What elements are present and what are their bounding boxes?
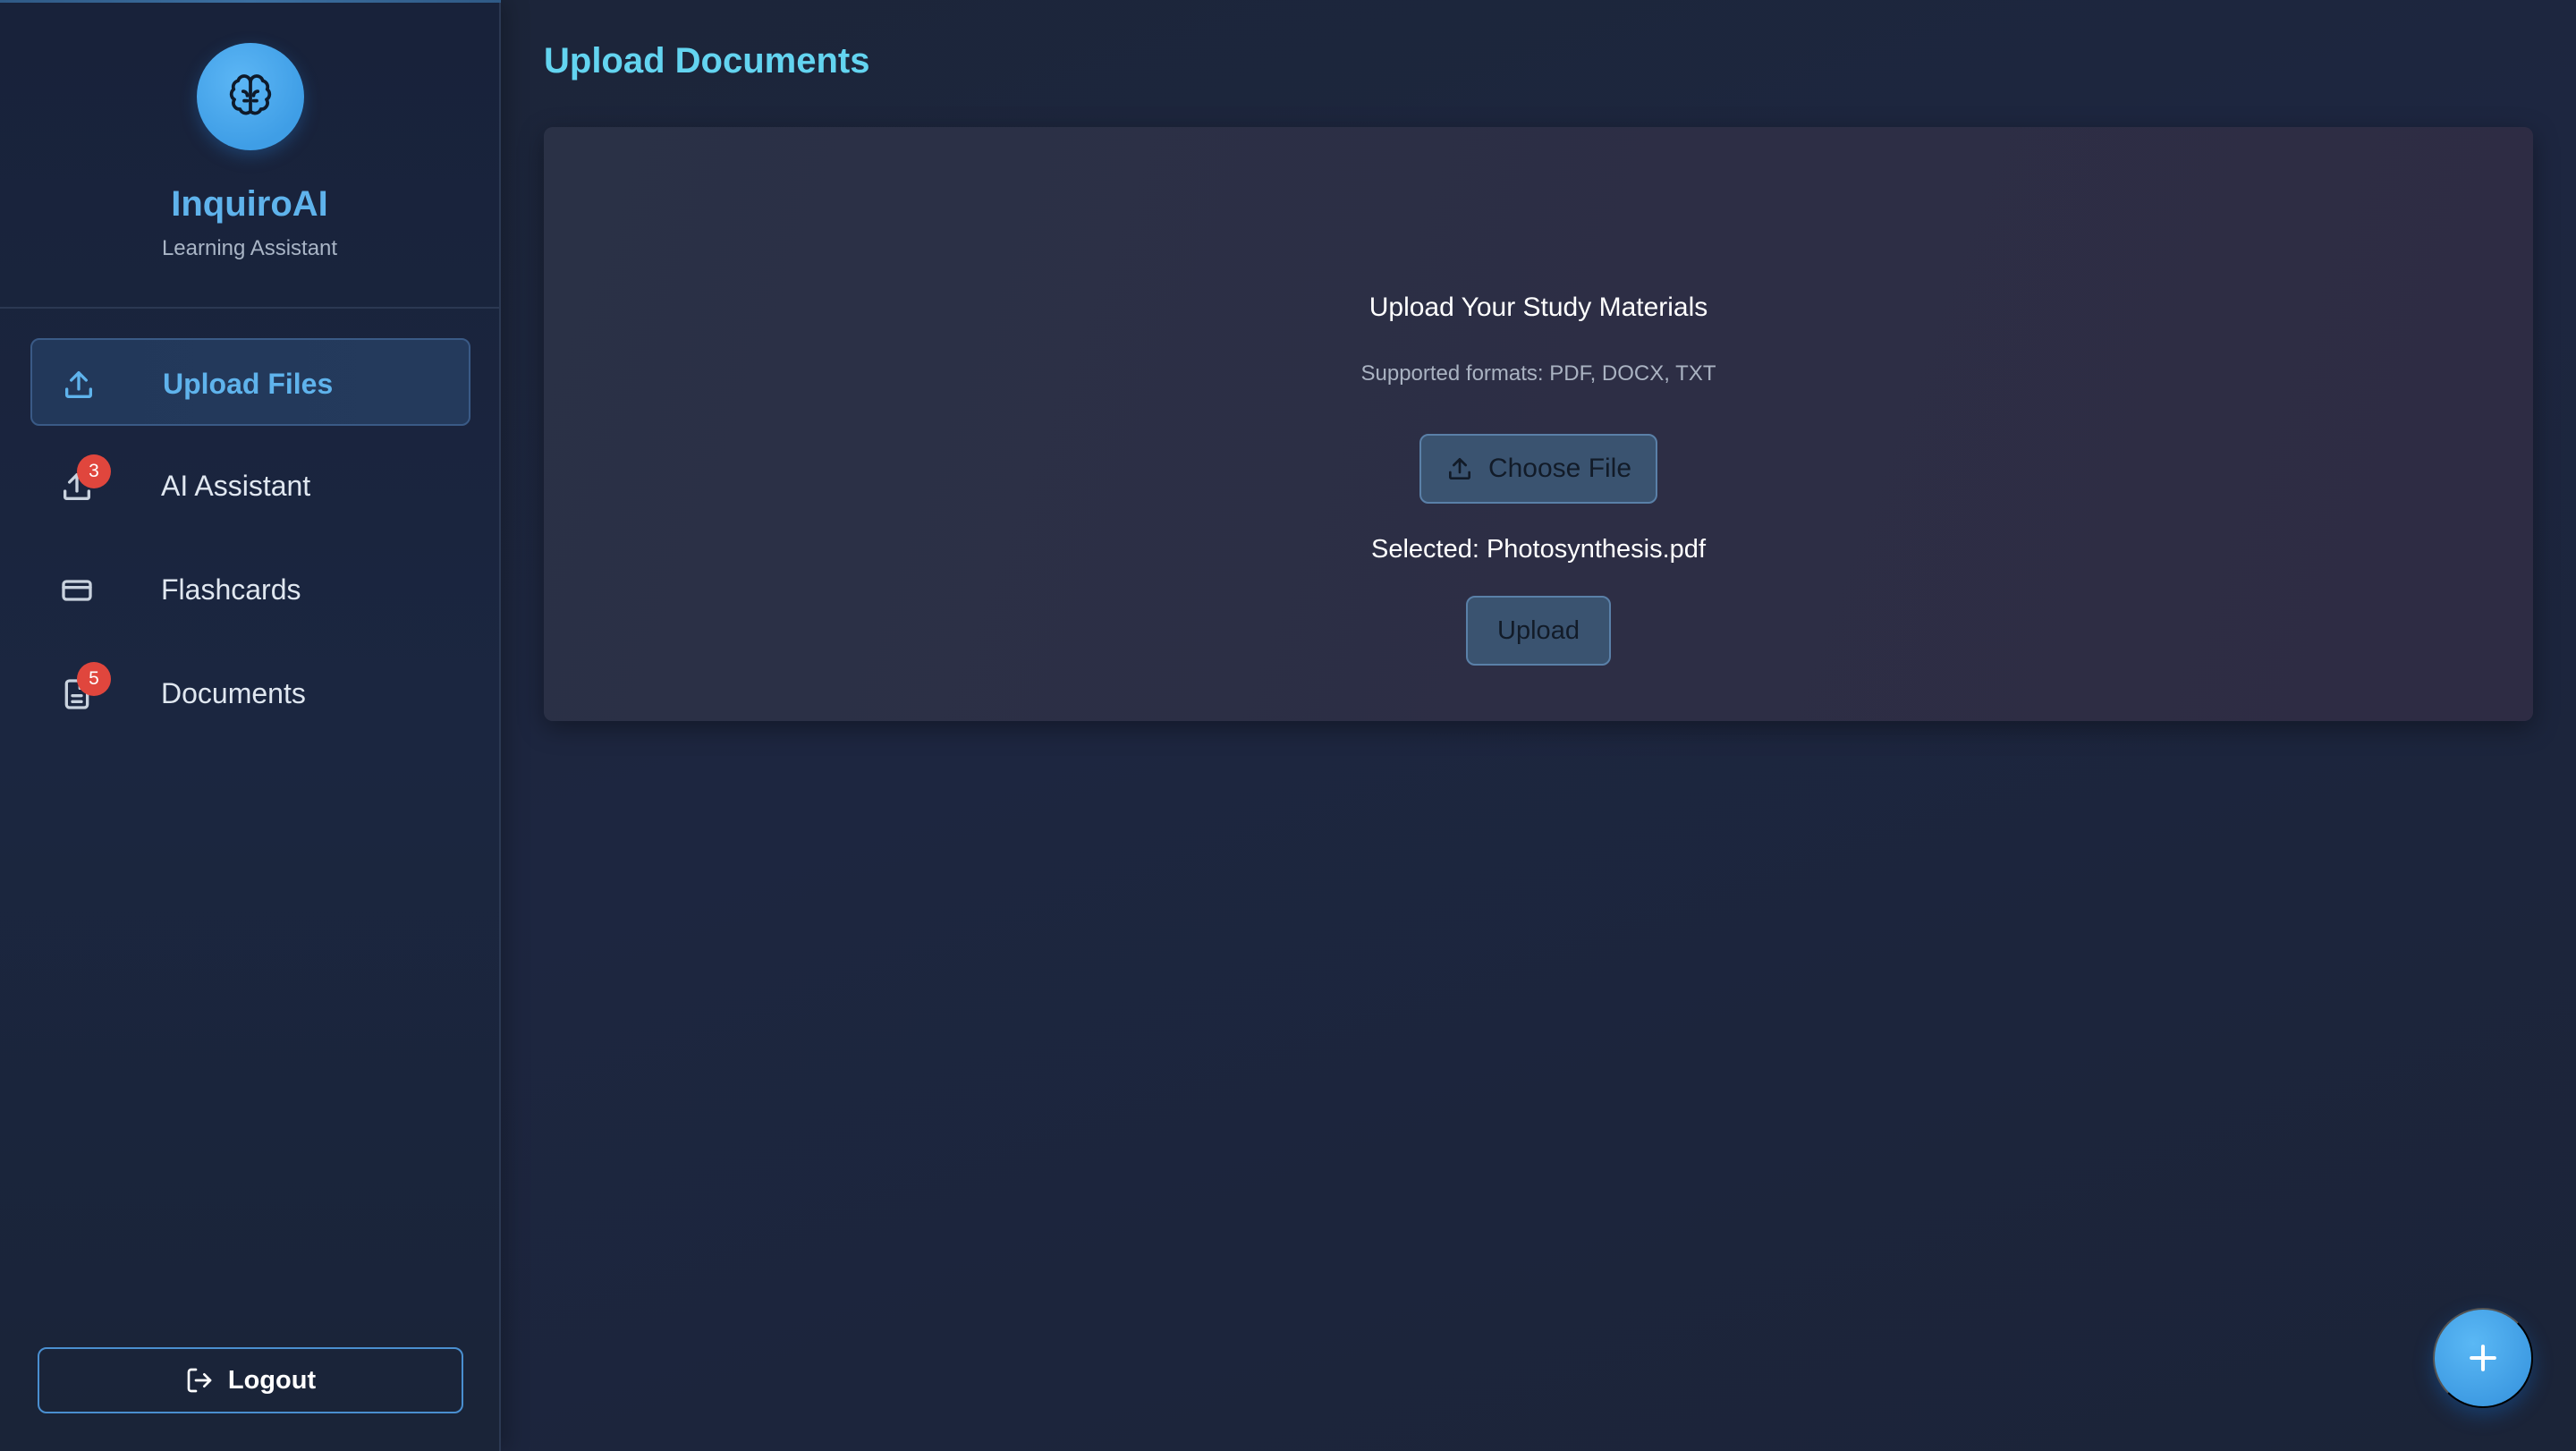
notification-badge: 5 bbox=[77, 662, 111, 696]
sidebar-nav: Upload Files 3 AI Assistant Flashcards 5… bbox=[30, 338, 470, 753]
notification-badge: 3 bbox=[77, 454, 111, 488]
sidebar-item-label: Upload Files bbox=[163, 368, 334, 400]
selected-file-text: Selected: Photosynthesis.pdf bbox=[1370, 535, 1706, 564]
supported-formats-text: Supported formats: PDF, DOCX, TXT bbox=[1360, 361, 1716, 386]
logout-icon bbox=[187, 1368, 212, 1393]
sidebar-item-documents[interactable]: 5 Documents bbox=[30, 649, 470, 737]
brand-name: InquiroAI bbox=[171, 184, 328, 224]
brand-subtitle: Learning Assistant bbox=[161, 236, 338, 260]
brain-icon bbox=[229, 74, 272, 115]
card-icon bbox=[59, 573, 95, 608]
upload-icon bbox=[1448, 458, 1470, 479]
choose-file-label: Choose File bbox=[1487, 454, 1632, 483]
app-root: InquiroAI Learning Assistant Upload File… bbox=[0, 0, 2576, 1451]
sidebar-item-label: AI Assistant bbox=[161, 470, 311, 502]
upload-card-title: Upload Your Study Materials bbox=[1368, 293, 1708, 322]
page-title: Upload Documents bbox=[544, 41, 870, 81]
logout-label: Logout bbox=[227, 1365, 317, 1395]
sidebar-item-upload-files[interactable]: Upload Files bbox=[30, 338, 470, 426]
logout-button[interactable]: Logout bbox=[38, 1347, 463, 1413]
sidebar-item-label: Documents bbox=[161, 677, 306, 709]
brand-header: InquiroAI Learning Assistant bbox=[0, 0, 499, 309]
plus-icon bbox=[2470, 1345, 2496, 1371]
sidebar-item-flashcards[interactable]: Flashcards bbox=[30, 546, 470, 633]
sidebar: InquiroAI Learning Assistant Upload File… bbox=[0, 0, 501, 1451]
add-fab-button[interactable] bbox=[2433, 1308, 2533, 1408]
upload-button[interactable]: Upload bbox=[1466, 596, 1611, 666]
sidebar-item-label: Flashcards bbox=[161, 573, 301, 606]
upload-card: Upload Your Study Materials Supported fo… bbox=[544, 127, 2533, 721]
sidebar-item-ai-assistant[interactable]: 3 AI Assistant bbox=[30, 442, 470, 530]
choose-file-button[interactable]: Choose File bbox=[1419, 434, 1657, 504]
brand-logo bbox=[197, 43, 304, 150]
upload-icon bbox=[61, 367, 97, 403]
